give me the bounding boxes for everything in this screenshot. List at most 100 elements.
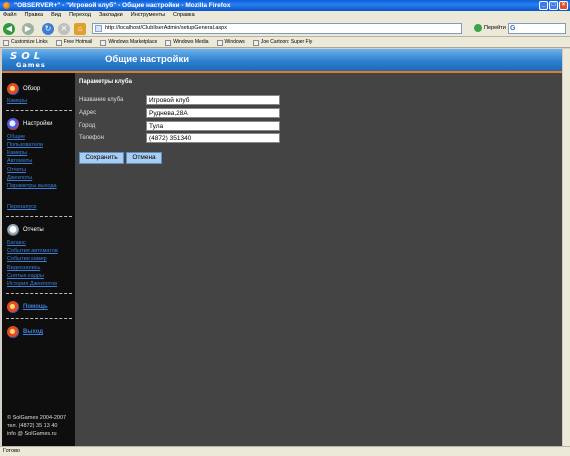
address-field[interactable] (146, 108, 280, 118)
go-icon (474, 24, 482, 32)
sidebar-divider (6, 110, 72, 111)
menu-edit[interactable]: Правка (25, 11, 44, 20)
menu-tools[interactable]: Инструменты (131, 11, 165, 20)
sidebar-divider (6, 293, 72, 294)
city-field[interactable] (146, 121, 280, 131)
sidebar-item-camera-events[interactable]: События камер (7, 255, 47, 263)
menu-bookmarks[interactable]: Закладки (99, 11, 123, 20)
bookmark-item[interactable]: Free Hotmail (55, 37, 93, 47)
sidebar-item-reports[interactable]: Отчеты (7, 166, 26, 174)
bookmark-label: Windows (224, 39, 245, 45)
home-icon[interactable]: ⌂ (74, 23, 86, 35)
exit-icon (7, 326, 19, 338)
bookmark-icon (100, 40, 107, 46)
bookmark-item[interactable]: Joe Cartoon: Super Fly (252, 37, 313, 47)
bookmark-label: Windows Media (173, 39, 209, 45)
url-input[interactable]: http://localhost/ClubIlserAdmin/setupGen… (92, 23, 462, 34)
sidebar-section-help[interactable]: Помощь (7, 301, 48, 313)
footer-copyright: © SolGames 2004-2007 (7, 415, 67, 421)
sidebar-section-reports: Отчеты (7, 224, 44, 236)
back-icon[interactable]: ◀ (3, 23, 15, 35)
close-button[interactable]: × (559, 1, 568, 10)
menu-help[interactable]: Справка (173, 11, 195, 20)
forward-icon[interactable]: ▶ (22, 23, 34, 35)
bookmark-item[interactable]: Windows Marketplace (100, 37, 157, 47)
sidebar-divider (6, 318, 72, 319)
solgames-logo: SOL Games (10, 51, 66, 71)
window-title: "OBSERVER+" - "Игровой клуб" - Общие нас… (14, 2, 231, 9)
google-icon: G (510, 25, 516, 32)
sidebar-item-exit-params[interactable]: Параметры выхода (7, 182, 57, 190)
eye-icon (7, 83, 19, 95)
footer-phone: тел. (4872) 35 13 40 (7, 423, 58, 429)
phone-label: Телефон (79, 135, 104, 141)
bookmark-item[interactable]: Windows (216, 37, 245, 47)
sidebar-item-restart[interactable]: Перезапуск (7, 203, 36, 211)
page-header: SOL Games Общие настройки (2, 49, 562, 71)
sidebar-item-snapshots[interactable]: Снятые кадры (7, 272, 44, 280)
sidebar-item-overview-cameras[interactable]: Камеры (7, 97, 27, 105)
sidebar-item-jackpots[interactable]: Джекпоты (7, 174, 32, 182)
save-button[interactable]: Сохранить (79, 152, 124, 164)
sidebar-section-exit[interactable]: Выход (7, 326, 43, 338)
city-label: Город (79, 123, 96, 129)
status-bar: Готово (0, 446, 570, 456)
sidebar-item-machine-events[interactable]: События автоматов (7, 247, 58, 255)
page-icon (95, 25, 102, 32)
menu-file[interactable]: Файл (3, 11, 17, 20)
sidebar-item-cameras[interactable]: Камеры (7, 149, 27, 157)
phone-field[interactable] (146, 133, 280, 143)
maximize-button[interactable]: □ (549, 1, 558, 10)
sidebar-item-video[interactable]: Видеозапись (7, 264, 40, 272)
logo-bottom-text: Games (16, 61, 46, 69)
sidebar-item-users[interactable]: Пользователи (7, 141, 43, 149)
bookmark-label: Joe Cartoon: Super Fly (260, 39, 313, 45)
section-title: Параметры клуба (79, 79, 132, 85)
navigation-toolbar: ◀ ▶ ↻ ✕ ⌂ http://localhost/ClubIlserAdmi… (0, 20, 570, 37)
settings-icon (7, 118, 19, 130)
sidebar-item-balance[interactable]: Баланс (7, 239, 26, 247)
sidebar-divider (6, 216, 72, 217)
bookmark-icon (252, 40, 259, 46)
sidebar-section-title: Настройки (23, 121, 53, 127)
reload-icon[interactable]: ↻ (42, 23, 54, 35)
bookmark-icon (55, 40, 62, 46)
vertical-scrollbar[interactable] (562, 49, 570, 446)
bookmark-label: Windows Marketplace (108, 39, 158, 45)
firefox-icon (3, 2, 10, 9)
search-input[interactable]: G (508, 23, 566, 34)
bookmarks-toolbar: Customize Links Free Hotmail Windows Mar… (0, 37, 570, 48)
go-button[interactable]: Перейти (474, 24, 506, 33)
club-name-label: Название клуба (79, 97, 124, 103)
sidebar-item-exit[interactable]: Выход (23, 329, 43, 335)
sidebar-section-title: Отчеты (23, 227, 44, 233)
go-label: Перейти (484, 25, 506, 31)
page-title: Общие настройки (105, 54, 190, 65)
club-name-field[interactable] (146, 95, 280, 105)
bookmark-item[interactable]: Customize Links (3, 37, 48, 47)
sidebar-item-help[interactable]: Помощь (23, 304, 48, 310)
url-text: http://localhost/ClubIlserAdmin/setupGen… (105, 25, 227, 31)
sidebar-item-jackpot-history[interactable]: История Джекпотов (7, 280, 57, 288)
reports-icon (7, 224, 19, 236)
help-icon (7, 301, 19, 313)
bookmark-item[interactable]: Windows Media (165, 37, 209, 47)
stop-icon[interactable]: ✕ (58, 23, 70, 35)
address-label: Адрес (79, 110, 97, 116)
sidebar-item-general[interactable]: Общие (7, 133, 25, 141)
window-titlebar: "OBSERVER+" - "Игровой клуб" - Общие нас… (0, 0, 570, 11)
status-text: Готово (3, 448, 20, 454)
sidebar-item-machines[interactable]: Автоматы (7, 157, 32, 165)
cancel-button[interactable]: Отмена (126, 152, 162, 164)
sidebar-section-settings: Настройки (7, 118, 53, 130)
bookmark-label: Customize Links (11, 39, 48, 45)
menu-go[interactable]: Переход (69, 11, 91, 20)
main-content: Параметры клуба Название клуба Адрес Гор… (75, 73, 562, 446)
sidebar: Обзор Камеры Настройки Общие Пользовател… (2, 73, 75, 446)
bookmark-icon (3, 40, 9, 46)
menu-bar: Файл Правка Вид Переход Закладки Инструм… (0, 11, 570, 20)
minimize-button[interactable]: _ (539, 1, 548, 10)
page-viewport: SOL Games Общие настройки Обзор Камеры Н… (2, 49, 562, 446)
bookmark-label: Free Hotmail (63, 39, 93, 45)
menu-view[interactable]: Вид (51, 11, 61, 20)
